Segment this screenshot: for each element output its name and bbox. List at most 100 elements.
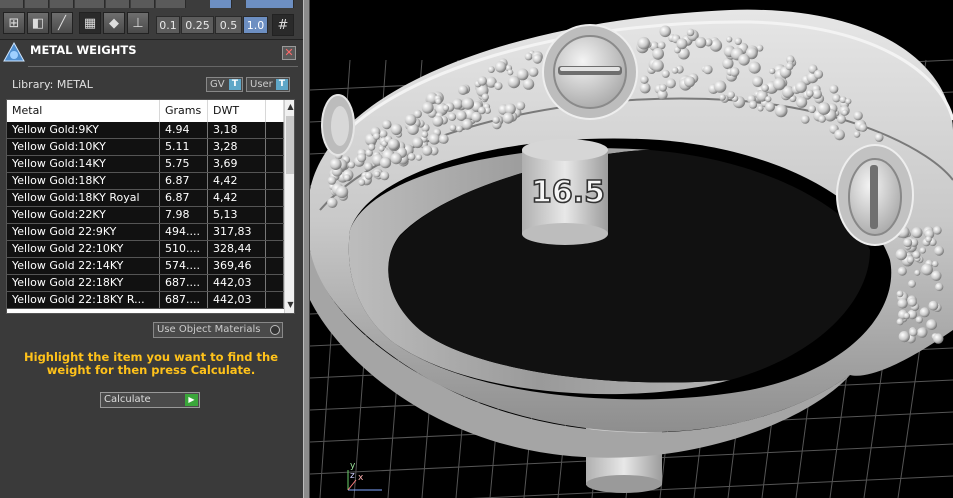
table-row[interactable]: Yellow Gold:18KY 6.87 4,42 bbox=[7, 173, 284, 190]
bead bbox=[528, 67, 539, 77]
bead bbox=[357, 153, 367, 163]
bead bbox=[932, 260, 939, 268]
bead bbox=[921, 263, 933, 276]
bead bbox=[912, 250, 921, 259]
bead bbox=[765, 96, 772, 103]
diamond-icon[interactable]: ◆ bbox=[103, 12, 125, 34]
bead bbox=[422, 145, 433, 156]
bead bbox=[432, 115, 444, 127]
scroll-thumb[interactable] bbox=[286, 116, 294, 174]
library-user-button[interactable]: User T bbox=[246, 77, 290, 92]
grams-cell: 574.... bbox=[160, 258, 208, 274]
bead bbox=[329, 158, 342, 171]
scroll-down-icon[interactable]: ▼ bbox=[285, 300, 294, 312]
bead bbox=[915, 316, 923, 324]
bead bbox=[390, 123, 403, 135]
scroll-up-icon[interactable]: ▲ bbox=[285, 102, 294, 114]
calculate-button[interactable]: Calculate ▶ bbox=[100, 392, 200, 408]
bead bbox=[364, 171, 373, 180]
bead bbox=[800, 115, 810, 124]
screw-motif-left bbox=[321, 94, 355, 156]
grid-view-icon[interactable]: ⊞ bbox=[3, 12, 25, 34]
bead bbox=[671, 67, 679, 74]
bead bbox=[931, 270, 942, 281]
bead bbox=[407, 153, 416, 161]
bead bbox=[907, 297, 917, 307]
3d-viewport[interactable]: 16.5 y x z bbox=[310, 0, 953, 498]
screw-motif-center bbox=[542, 24, 638, 120]
grams-cell: 7.98 bbox=[160, 207, 208, 223]
bead bbox=[916, 327, 928, 338]
bead bbox=[659, 83, 667, 92]
column-header-dwt[interactable]: DWT bbox=[208, 100, 266, 122]
table-row[interactable]: Yellow Gold 22:14KY 574.... 369,46 bbox=[7, 258, 284, 275]
bead bbox=[895, 248, 907, 261]
snap-grid-icon[interactable]: ▦ bbox=[79, 12, 101, 34]
zoom-option[interactable]: 0.25 bbox=[181, 16, 214, 34]
toolbar-strip bbox=[75, 0, 105, 8]
table-row[interactable]: Yellow Gold:10KY 5.11 3,28 bbox=[7, 139, 284, 156]
viewport-canvas: 16.5 y x z bbox=[310, 9, 953, 498]
zoom-option-active[interactable]: 1.0 bbox=[243, 16, 268, 34]
table-scrollbar[interactable]: ▲ ▼ bbox=[284, 100, 294, 313]
grid-toggle-icon[interactable]: # bbox=[272, 14, 294, 36]
table-row[interactable]: Yellow Gold 22:18KY R... 687.... 442,03 bbox=[7, 292, 284, 309]
bead bbox=[502, 112, 514, 124]
table-row[interactable]: Yellow Gold:14KY 5.75 3,69 bbox=[7, 156, 284, 173]
blank-cell bbox=[266, 156, 284, 172]
bead bbox=[858, 123, 868, 132]
bead bbox=[439, 134, 449, 144]
axis-tool-icon[interactable]: ⊥ bbox=[127, 12, 149, 34]
close-icon[interactable]: ✕ bbox=[282, 46, 296, 60]
metal-cell: Yellow Gold 22:18KY R... bbox=[7, 292, 160, 308]
size-sprue-cylinder: 16.5 bbox=[522, 139, 608, 245]
grams-cell: 5.11 bbox=[160, 139, 208, 155]
bead bbox=[897, 266, 907, 276]
bead bbox=[684, 76, 696, 88]
axis-z-label: z bbox=[350, 471, 355, 481]
zoom-option[interactable]: 0.1 bbox=[156, 16, 180, 34]
bead bbox=[734, 37, 742, 45]
table-row[interactable]: Yellow Gold 22:9KY 494.... 317,83 bbox=[7, 224, 284, 241]
table-row[interactable]: Yellow Gold:9KY 4.94 3,18 bbox=[7, 122, 284, 139]
bead bbox=[933, 226, 942, 235]
bead bbox=[796, 96, 808, 108]
radio-icon[interactable] bbox=[270, 325, 280, 335]
bead bbox=[896, 290, 904, 298]
grams-cell: 687.... bbox=[160, 275, 208, 291]
toolbar-strip bbox=[106, 0, 130, 8]
use-object-materials-toggle[interactable]: Use Object Materials bbox=[153, 322, 283, 338]
grams-cell: 687.... bbox=[160, 292, 208, 308]
metal-cell: Yellow Gold:9KY bbox=[7, 122, 160, 138]
library-label: Library: METAL bbox=[12, 78, 93, 91]
table-row[interactable]: Yellow Gold:18KY Royal 6.87 4,42 bbox=[7, 190, 284, 207]
table-body: Yellow Gold:9KY 4.94 3,18 Yellow Gold:10KY 5… bbox=[7, 122, 284, 309]
table-row[interactable]: Yellow Gold:22KY 7.98 5,13 bbox=[7, 207, 284, 224]
bead bbox=[516, 68, 529, 81]
cube-icon[interactable]: ◧ bbox=[27, 12, 49, 34]
column-header-metal[interactable]: Metal bbox=[7, 100, 160, 122]
line-tool-icon[interactable]: ╱ bbox=[51, 12, 73, 34]
play-arrow-icon[interactable]: ▶ bbox=[185, 394, 198, 406]
bead bbox=[637, 36, 650, 50]
dwt-cell: 317,83 bbox=[208, 224, 266, 240]
blank-cell bbox=[266, 173, 284, 189]
zoom-option[interactable]: 0.5 bbox=[215, 16, 242, 34]
bead bbox=[481, 93, 489, 101]
instruction-text: Highlight the item you want to find the … bbox=[24, 350, 278, 377]
table-row[interactable]: Yellow Gold 22:18KY 687.... 442,03 bbox=[7, 275, 284, 292]
blank-cell bbox=[266, 258, 284, 274]
blank-cell bbox=[266, 122, 284, 138]
bead bbox=[435, 98, 442, 105]
toolbar-strip bbox=[246, 0, 294, 8]
bead bbox=[327, 197, 338, 208]
library-gv-button[interactable]: GV T bbox=[206, 77, 243, 92]
bead bbox=[665, 78, 676, 89]
grams-cell: 6.87 bbox=[160, 190, 208, 206]
dwt-cell: 4,42 bbox=[208, 190, 266, 206]
table-row[interactable]: Yellow Gold 22:10KY 510.... 328,44 bbox=[7, 241, 284, 258]
panel-splitter[interactable] bbox=[303, 0, 310, 498]
column-header-grams[interactable]: Grams bbox=[160, 100, 208, 122]
metal-weights-icon bbox=[3, 41, 25, 62]
bead bbox=[421, 131, 429, 138]
